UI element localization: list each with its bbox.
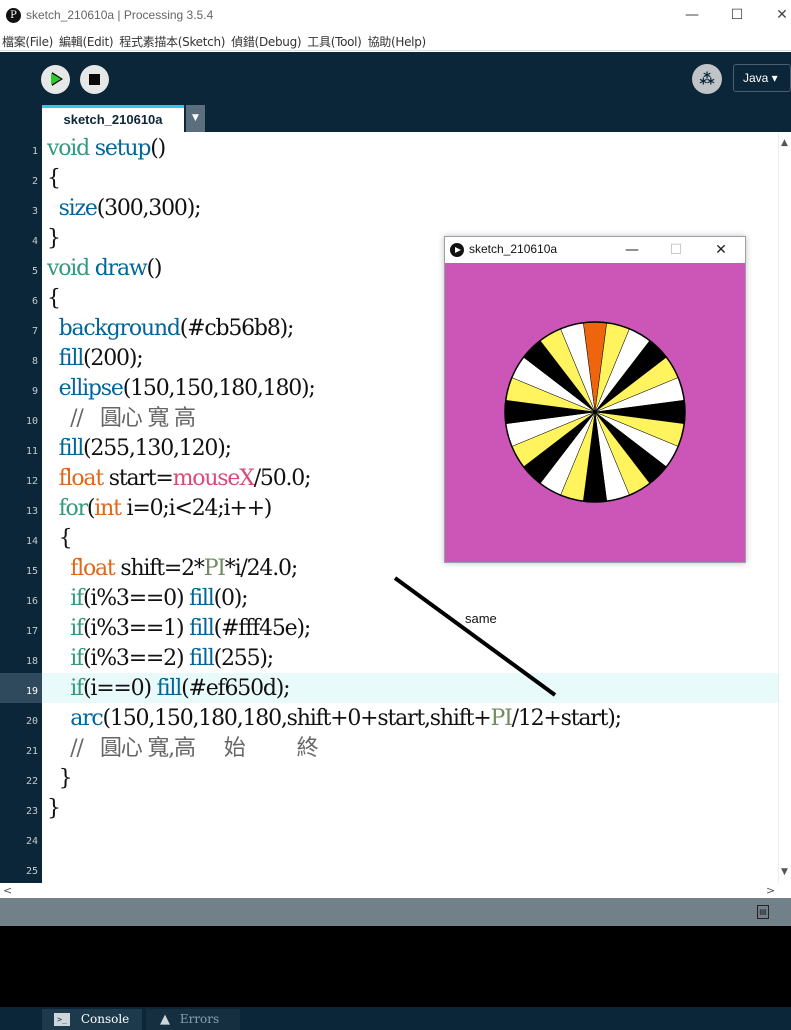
line-number: 18 (25, 656, 38, 667)
scroll-up-icon[interactable]: ▲ (781, 138, 788, 148)
mode-selector[interactable]: Java ▾ (733, 64, 791, 92)
console-tab-label: Console (80, 1012, 130, 1026)
code-line: } (47, 796, 61, 821)
code-line: } (47, 766, 73, 791)
line-number: 7 (31, 326, 38, 337)
tab-sketch[interactable]: sketch_210610a (42, 105, 184, 132)
sketch-minimize-button[interactable]: — (618, 239, 646, 261)
line-number: 5 (31, 266, 38, 277)
line-number: 12 (25, 476, 38, 487)
code-line: if(i%3==0) fill(0); (70, 586, 248, 611)
sketch-play-icon (450, 243, 464, 257)
stop-icon (89, 74, 100, 85)
menu-file[interactable]: 檔案(File) (0, 32, 56, 52)
menu-edit[interactable]: 編輯(Edit) (56, 32, 116, 52)
line-number: 23 (25, 806, 38, 817)
sketch-maximize-button[interactable]: ☐ (662, 239, 690, 261)
sketch-close-button[interactable]: ✕ (707, 239, 735, 261)
line-number: 21 (25, 746, 38, 757)
tab-bar: sketch_210610a ▼ (0, 105, 791, 132)
warning-icon: ▲ (160, 1012, 170, 1027)
toolbar (0, 52, 791, 105)
line-number: 6 (31, 296, 38, 307)
horizontal-scrollbar[interactable]: < > (0, 883, 778, 898)
code-line: float start=mouseX/50.0; (58, 466, 312, 491)
color-wheel (504, 321, 686, 503)
status-bar: ▤ (0, 898, 791, 926)
stop-button[interactable] (80, 65, 109, 94)
scroll-down-icon[interactable]: ▼ (781, 867, 788, 877)
run-button[interactable] (41, 65, 70, 94)
line-number: 14 (25, 536, 38, 547)
line-number: 13 (25, 506, 38, 517)
errors-tab-label: Errors (179, 1012, 220, 1026)
play-icon-fill (51, 73, 61, 85)
annotation-label: same (465, 611, 497, 626)
line-number: 11 (25, 446, 38, 457)
copy-log-icon[interactable]: ▤ (757, 905, 769, 919)
code-line: void setup() (47, 136, 166, 161)
code-line: } (47, 226, 61, 251)
code-line: fill(200); (58, 346, 144, 371)
code-line: // 圓心 寬,高 始 終 (47, 736, 318, 761)
line-number-gutter: 1 2 3 4 5 6 7 8 9 10 11 12 13 14 15 16 17 18 19 20 21 22 23 24 2… (0, 132, 42, 883)
line-number: 19 (25, 686, 38, 697)
line-number: 24 (25, 836, 38, 847)
code-line: { (47, 286, 61, 311)
scroll-left-icon[interactable]: < (3, 884, 12, 897)
line-number: 15 (25, 566, 38, 577)
vertical-scrollbar[interactable]: ▲ ▼ (778, 132, 791, 883)
code-line: // 圓心 寬 高 (47, 406, 196, 431)
processing-logo-icon: P (6, 8, 21, 23)
line-number: 1 (31, 146, 38, 157)
line-number: 3 (31, 206, 38, 217)
code-line: if(i==0) fill(#ef650d); (70, 676, 290, 701)
code-line: ellipse(150,150,180,180); (58, 376, 316, 401)
menu-bar: 檔案(File) 編輯(Edit) 程式素描本(Sketch) 偵錯(Debug) 工具… (0, 31, 791, 51)
code-line: void draw() (47, 256, 163, 281)
sketch-title-bar: sketch_210610a — ☐ ✕ (445, 237, 745, 263)
code-line: for(int i=0;i<24;i++) (58, 496, 273, 521)
minimize-button[interactable]: — (677, 4, 707, 26)
sketch-canvas[interactable] (445, 263, 745, 562)
code-line: float shift=2*PI*i/24.0; (70, 556, 298, 581)
maximize-button[interactable]: ☐ (722, 4, 752, 26)
code-line: if(i%3==2) fill(255); (70, 646, 274, 671)
sketch-output-window[interactable]: sketch_210610a — ☐ ✕ (444, 236, 746, 563)
scroll-right-icon[interactable]: > (766, 884, 775, 897)
tab-menu-button[interactable]: ▼ (186, 105, 205, 132)
code-line: arc(150,150,180,180,shift+0+start,shift+… (70, 706, 622, 731)
code-line: fill(255,130,120); (58, 436, 232, 461)
sketch-window-title: sketch_210610a (469, 242, 558, 256)
console-tab[interactable]: >_ Console (42, 1009, 142, 1030)
errors-tab[interactable]: ▲ Errors (146, 1009, 240, 1030)
line-number: 25 (25, 866, 38, 877)
line-number: 8 (31, 356, 38, 367)
bottom-tab-bar: >_ Console ▲ Errors (0, 1007, 791, 1030)
line-number: 16 (25, 596, 38, 607)
code-line: { (47, 166, 61, 191)
console-output[interactable] (0, 926, 791, 1007)
menu-debug[interactable]: 偵錯(Debug) (228, 32, 304, 52)
line-number: 9 (31, 386, 38, 397)
menu-sketch[interactable]: 程式素描本(Sketch) (116, 32, 228, 52)
line-number: 10 (25, 416, 38, 427)
console-icon: >_ (54, 1013, 70, 1026)
menu-help[interactable]: 協助(Help) (365, 32, 429, 52)
code-line: background(#cb56b8); (58, 316, 295, 341)
line-number: 2 (31, 176, 38, 187)
line-number: 22 (25, 776, 38, 787)
code-line: size(300,300); (58, 196, 202, 221)
code-line: { (47, 526, 73, 551)
menu-tool[interactable]: 工具(Tool) (304, 32, 364, 52)
line-number: 4 (31, 236, 38, 247)
debugger-button[interactable]: ⁂ (692, 64, 722, 94)
window-title: sketch_210610a | Processing 3.5.4 (26, 8, 214, 22)
line-number: 17 (25, 626, 38, 637)
code-line: if(i%3==1) fill(#fff45e); (70, 616, 311, 641)
title-bar: P sketch_210610a | Processing 3.5.4 — ☐ … (0, 0, 791, 31)
line-number: 20 (25, 716, 38, 727)
close-button[interactable]: ✕ (767, 4, 791, 26)
